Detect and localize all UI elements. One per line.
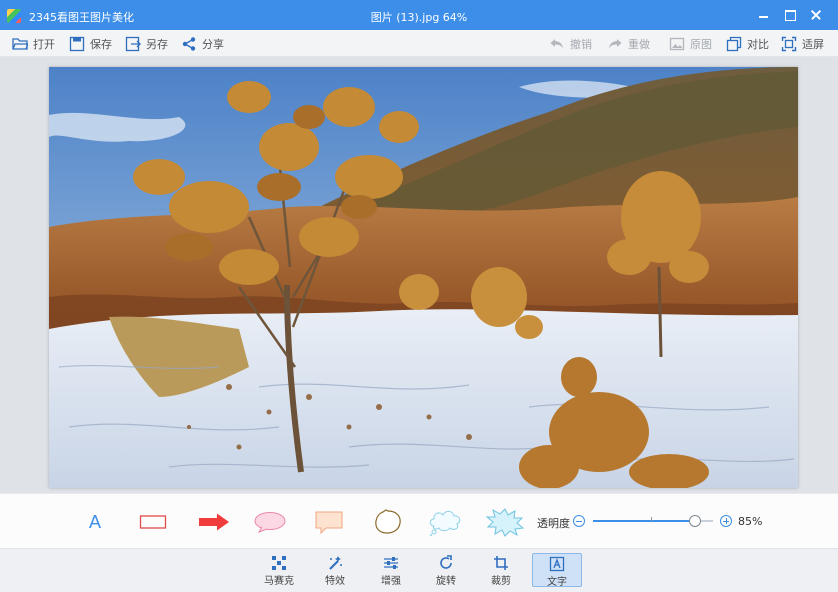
compare-label: 对比 <box>747 38 769 51</box>
image-icon <box>669 37 685 51</box>
save-as-icon <box>125 36 141 52</box>
mosaic-label: 马赛克 <box>264 576 294 587</box>
undo-button[interactable]: 撤销 <box>549 34 592 54</box>
burst-callout-button[interactable] <box>485 508 525 537</box>
redo-label: 重做 <box>628 38 650 51</box>
close-button[interactable] <box>806 6 826 24</box>
thought-bubble-button[interactable] <box>372 508 404 536</box>
rotate-button[interactable]: 旋转 <box>421 553 471 587</box>
arrow-tool-button[interactable] <box>196 508 232 536</box>
image-canvas <box>0 57 838 493</box>
effects-button[interactable]: 特效 <box>310 553 360 587</box>
photo-winter-trees[interactable] <box>49 67 798 488</box>
cloud-callout-icon <box>429 510 461 536</box>
share-label: 分享 <box>202 38 224 51</box>
ellipse-callout-icon <box>254 512 286 533</box>
text-box-icon <box>549 556 565 572</box>
folder-open-icon <box>12 38 28 50</box>
sliders-icon <box>384 557 398 569</box>
burst-callout-icon <box>485 508 525 537</box>
open-label: 打开 <box>33 38 55 51</box>
opacity-label: 透明度 <box>537 517 570 530</box>
undo-icon <box>550 39 563 49</box>
open-button[interactable]: 打开 <box>12 34 55 54</box>
text-label: 文字 <box>547 577 567 588</box>
save-label: 保存 <box>90 38 112 51</box>
save-icon <box>69 36 85 52</box>
annotation-panel: A 透明度 85% <box>0 493 838 548</box>
save-as-button[interactable]: 另存 <box>125 34 168 54</box>
crop-label: 裁剪 <box>491 576 511 587</box>
thought-bubble-icon <box>375 509 401 534</box>
enhance-label: 增强 <box>381 576 401 587</box>
opacity-increase-button[interactable] <box>720 515 732 527</box>
opacity-slider-tick <box>651 517 652 521</box>
enhance-button[interactable]: 增强 <box>366 553 416 587</box>
title-bar: 2345看图王图片美化 图片 (13).jpg 64% <box>0 0 838 30</box>
rectangle-shape-icon <box>139 515 167 529</box>
rotate-label: 旋转 <box>436 576 456 587</box>
undo-label: 撤销 <box>570 38 592 51</box>
save-as-label: 另存 <box>146 38 168 51</box>
fit-screen-label: 适屏 <box>802 38 824 51</box>
ellipse-callout-button[interactable] <box>252 508 288 536</box>
share-icon <box>182 37 196 51</box>
text-button[interactable]: 文字 <box>532 553 582 588</box>
fit-screen-icon <box>781 36 797 52</box>
mosaic-button[interactable]: 马赛克 <box>254 553 304 587</box>
crop-button[interactable]: 裁剪 <box>476 553 526 587</box>
redo-icon <box>609 39 622 49</box>
opacity-value: 85% <box>738 515 763 528</box>
document-title: 图片 (13).jpg 64% <box>370 11 468 24</box>
opacity-slider-fill <box>593 520 695 522</box>
photo-image <box>49 67 798 488</box>
effects-label: 特效 <box>325 576 345 587</box>
redo-button[interactable]: 重做 <box>607 34 650 54</box>
compare-button[interactable]: 对比 <box>726 34 769 54</box>
minimize-button[interactable] <box>754 6 774 24</box>
opacity-slider-thumb[interactable] <box>689 515 701 527</box>
rotate-icon <box>440 555 452 569</box>
original-button[interactable]: 原图 <box>669 34 712 54</box>
opacity-slider[interactable] <box>593 515 713 527</box>
function-bar: 马赛克 特效 增强 旋转 裁剪 文字 <box>0 548 838 592</box>
text-tool-label: A <box>88 511 101 532</box>
magic-wand-icon <box>329 556 342 570</box>
rect-callout-button[interactable] <box>313 508 345 536</box>
text-tool-button[interactable]: A <box>82 508 108 536</box>
opacity-decrease-button[interactable] <box>573 515 585 527</box>
crop-icon <box>494 556 508 570</box>
rect-callout-icon <box>315 511 343 535</box>
rectangle-tool-button[interactable] <box>138 508 168 536</box>
original-label: 原图 <box>690 38 712 51</box>
maximize-button[interactable] <box>780 6 800 24</box>
share-button[interactable]: 分享 <box>181 34 224 54</box>
arrow-shape-icon <box>199 513 229 531</box>
mosaic-icon <box>272 556 286 570</box>
cloud-callout-button[interactable] <box>428 508 464 536</box>
compare-icon <box>726 36 742 52</box>
toolbar: 打开 保存 另存 分享 撤销 重做 原图 对比 适屏 <box>0 30 838 57</box>
fit-screen-button[interactable]: 适屏 <box>781 34 824 54</box>
save-button[interactable]: 保存 <box>69 34 112 54</box>
